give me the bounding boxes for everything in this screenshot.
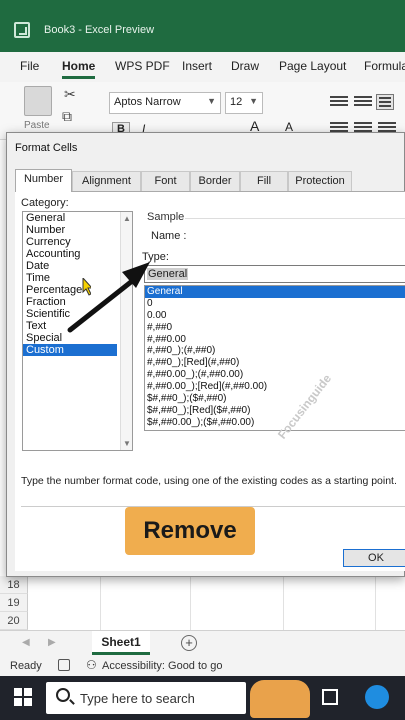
category-item-selected[interactable]: Custom	[23, 344, 117, 356]
search-icon	[56, 688, 70, 702]
category-item[interactable]: Scientific	[23, 308, 117, 320]
remove-button[interactable]: Remove	[125, 507, 255, 555]
type-label: Type:	[142, 251, 169, 263]
format-code-item[interactable]: $#,##0_);($#,##0)	[145, 393, 405, 405]
macro-recording-icon[interactable]	[58, 659, 70, 671]
format-code-item[interactable]: #,##0	[145, 322, 405, 334]
worksheet-grid[interactable]: 18 19 20	[0, 575, 405, 630]
task-view-icon[interactable]	[322, 689, 338, 705]
font-size-value: 12	[230, 96, 243, 108]
taskbar-search-placeholder: Type here to search	[80, 691, 195, 706]
sheet-tab-sheet1[interactable]: Sheet1	[92, 631, 150, 655]
format-code-item-selected[interactable]: General	[145, 286, 405, 298]
format-code-item[interactable]: $#,##0_);[Red]($#,##0)	[145, 405, 405, 417]
tab-insert[interactable]: Insert	[182, 59, 212, 73]
format-cells-dialog: Format Cells Number Alignment Font Borde…	[6, 132, 405, 577]
dialog-title: Format Cells	[15, 142, 78, 154]
tiger-illustration-icon	[250, 680, 310, 718]
windows-taskbar: Type here to search	[0, 676, 405, 720]
tab-fill[interactable]: Fill	[240, 171, 288, 191]
row-header[interactable]: 19	[0, 594, 28, 612]
tab-wps-pdf[interactable]: WPS PDF	[115, 59, 170, 73]
grid-line	[283, 575, 284, 630]
tab-protection[interactable]: Protection	[288, 171, 352, 191]
type-input-value: General	[147, 268, 189, 280]
format-code-item[interactable]: #,##0_);(#,##0)	[145, 345, 405, 357]
align-middle-icon[interactable]	[354, 94, 372, 110]
category-item[interactable]: Currency	[23, 236, 117, 248]
chevron-down-icon: ▼	[207, 96, 216, 106]
taskbar-search-box[interactable]: Type here to search	[46, 682, 246, 714]
tab-formulas[interactable]: Formula	[364, 59, 405, 73]
excel-app-icon	[14, 22, 30, 38]
category-item[interactable]: Accounting	[23, 248, 117, 260]
tab-alignment[interactable]: Alignment	[72, 171, 141, 191]
next-sheet-icon[interactable]: ▶	[48, 637, 56, 648]
font-name-value: Aptos Narrow	[114, 96, 181, 108]
cut-icon[interactable]: ✂	[64, 86, 76, 103]
font-size-select[interactable]: 12 ▼	[225, 92, 263, 114]
category-list[interactable]: General Number Currency Accounting Date …	[22, 211, 133, 451]
category-item[interactable]: Time	[23, 272, 117, 284]
format-code-item[interactable]: 0	[145, 298, 405, 310]
type-input[interactable]: General	[144, 265, 405, 283]
tab-border[interactable]: Border	[190, 171, 240, 191]
edge-browser-icon[interactable]	[365, 685, 389, 709]
format-code-list[interactable]: General 0 0.00 #,##0 #,##0.00 #,##0_);(#…	[144, 285, 405, 431]
tab-home[interactable]: Home	[62, 59, 96, 79]
scroll-up-icon[interactable]: ▲	[123, 214, 131, 223]
ribbon-tab-bar: File Home WPS PDF Insert Draw Page Layou…	[0, 52, 405, 82]
category-item[interactable]: Text	[23, 320, 117, 332]
category-scrollbar[interactable]: ▲ ▼	[120, 212, 132, 450]
category-item[interactable]: Date	[23, 260, 117, 272]
format-code-item[interactable]: #,##0_);[Red](#,##0)	[145, 357, 405, 369]
format-code-item[interactable]: #,##0.00_);(#,##0.00)	[145, 369, 405, 381]
category-item[interactable]: General	[23, 212, 117, 224]
row-header[interactable]: 20	[0, 612, 28, 630]
font-name-select[interactable]: Aptos Narrow ▼	[109, 92, 221, 114]
format-code-item[interactable]: #,##0.00_);[Red](#,##0.00)	[145, 381, 405, 393]
sample-label: Sample	[147, 211, 185, 223]
title-bar: Book3 - Excel Preview	[0, 0, 405, 60]
tab-page-layout[interactable]: Page Layout	[279, 59, 346, 73]
format-code-item[interactable]: 0.00	[145, 310, 405, 322]
sheet-tab-bar: ◀ ▶ Sheet1 +	[0, 630, 405, 656]
add-sheet-button[interactable]: +	[181, 635, 197, 651]
window-title: Book3 - Excel Preview	[44, 24, 155, 36]
tab-font[interactable]: Font	[141, 171, 190, 191]
scroll-down-icon[interactable]: ▼	[123, 439, 131, 448]
tab-number[interactable]: Number	[15, 169, 72, 192]
tab-draw[interactable]: Draw	[231, 59, 259, 73]
align-bottom-icon[interactable]	[376, 94, 394, 110]
grid-line	[100, 575, 101, 630]
status-bar: Ready ⚇ Accessibility: Good to go	[0, 656, 405, 676]
category-item[interactable]: Fraction	[23, 296, 117, 308]
ok-button[interactable]: OK	[343, 549, 405, 567]
chevron-down-icon: ▼	[249, 96, 258, 106]
grid-line	[375, 575, 376, 630]
category-item[interactable]: Number	[23, 224, 117, 236]
copy-icon[interactable]: ⧉	[62, 108, 72, 125]
category-label: Category:	[21, 197, 69, 209]
paste-label[interactable]: Paste	[24, 120, 50, 131]
status-ready: Ready	[10, 660, 42, 672]
format-code-item[interactable]: $#,##0.00_);($#,##0.00)	[145, 417, 405, 429]
sample-name-label: Name :	[151, 230, 187, 242]
format-hint-text: Type the number format code, using one o…	[21, 475, 397, 487]
sample-divider	[185, 218, 405, 219]
grid-line	[190, 575, 191, 630]
prev-sheet-icon[interactable]: ◀	[22, 637, 30, 648]
accessibility-status[interactable]: Accessibility: Good to go	[102, 660, 222, 672]
category-item[interactable]: Percentage	[23, 284, 117, 296]
mouse-cursor-icon	[82, 278, 91, 296]
align-top-icon[interactable]	[330, 94, 348, 110]
accessibility-icon[interactable]: ⚇	[86, 658, 97, 672]
tab-file[interactable]: File	[20, 59, 39, 73]
row-header[interactable]: 18	[0, 576, 28, 594]
windows-start-icon[interactable]	[14, 688, 32, 706]
category-item[interactable]: Special	[23, 332, 117, 344]
paste-icon[interactable]	[24, 86, 52, 116]
format-code-item[interactable]: #,##0.00	[145, 334, 405, 346]
